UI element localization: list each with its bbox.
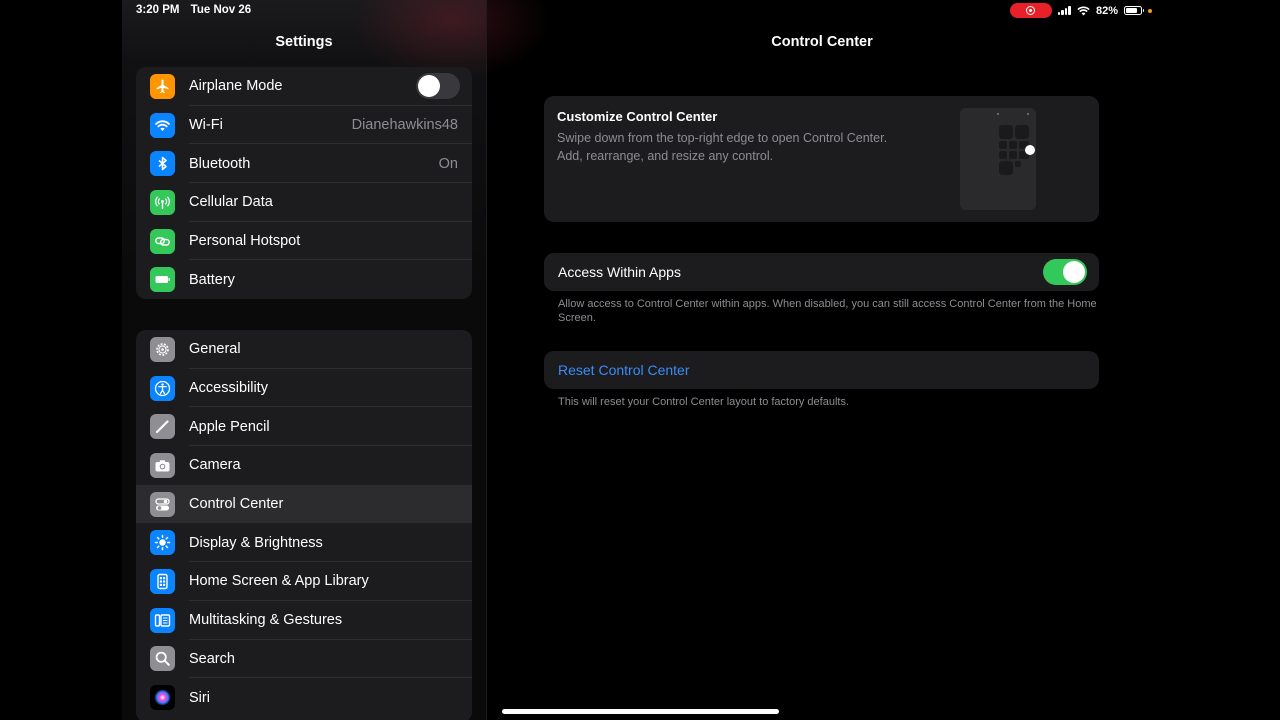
sidebar-item-accessibility[interactable]: Accessibility (136, 369, 472, 408)
sidebar-item-label: Accessibility (189, 380, 268, 397)
customize-title: Customize Control Center (557, 109, 718, 124)
sidebar-item-camera[interactable]: Camera (136, 446, 472, 485)
preview-graphic (960, 108, 1036, 210)
access-within-apps-toggle[interactable] (1043, 259, 1087, 285)
sidebar-item-apple-pencil[interactable]: Apple Pencil (136, 407, 472, 447)
sidebar-item-value: Dianehawkins48 (351, 117, 458, 134)
sidebar-item-wi-fi[interactable]: Wi-Fi Dianehawkins48 (136, 106, 472, 145)
link-icon (150, 228, 175, 254)
ipad-screen: 3:20 PM Tue Nov 26 Settings Airplane Mod… (122, 0, 1158, 720)
sun-icon (150, 530, 175, 556)
sidebar-title: Settings (275, 34, 333, 50)
screen-recording-indicator[interactable] (1009, 3, 1052, 18)
sidebar-item-label: Control Center (189, 496, 284, 513)
cellular-signal-icon (1057, 6, 1071, 15)
wifi-icon (150, 112, 175, 138)
sidebar-item-label: Personal Hotspot (189, 233, 301, 250)
sidebar-item-bluetooth[interactable]: Bluetooth On (136, 144, 472, 184)
sidebar-item-general[interactable]: General (136, 330, 472, 369)
sidebar-item-label: Airplane Mode (189, 78, 283, 95)
sidebar-item-control-center[interactable]: Control Center (136, 484, 472, 524)
gear-icon (150, 336, 175, 362)
reset-control-center-button[interactable]: Reset Control Center (558, 362, 690, 378)
sidebar-item-search[interactable]: Search (136, 640, 472, 679)
sidebar-item-home-screen-and-app-library[interactable]: Home Screen & App Library (136, 562, 472, 601)
record-icon (1026, 6, 1036, 15)
settings-sidebar: 3:20 PM Tue Nov 26 Settings Airplane Mod… (122, 0, 552, 720)
customize-card: Customize Control Center Swipe down from… (544, 96, 1099, 222)
switches-icon (150, 491, 175, 517)
sidebar-group-general: General Accessibility Apple Pencil Camera Co… (136, 330, 472, 720)
sidebar-item-cellular-data[interactable]: Cellular Data (136, 183, 472, 222)
sidebar-item-display-and-brightness[interactable]: Display & Brightness (136, 523, 472, 563)
sidebar-item-airplane-mode[interactable]: Airplane Mode (136, 67, 472, 106)
search-icon (150, 646, 175, 672)
access-within-apps-label: Access Within Apps (558, 264, 681, 280)
battery-icon (150, 267, 175, 293)
sidebar-item-value: On (438, 155, 458, 172)
bluetooth-icon (150, 151, 175, 177)
camera-icon (150, 452, 175, 478)
sidebar-item-label: Wi-Fi (189, 117, 223, 134)
accessibility-icon (150, 375, 175, 401)
status-bar-right: 82% (1009, 3, 1152, 18)
status-bar-left: 3:20 PM Tue Nov 26 (136, 4, 251, 16)
multitasking-icon (150, 607, 175, 633)
wifi-status-icon (1077, 6, 1090, 15)
sidebar-item-label: Multitasking & Gestures (189, 612, 343, 629)
home-indicator[interactable] (502, 709, 779, 714)
sidebar-item-label: Home Screen & App Library (189, 573, 369, 590)
battery-status-icon (1124, 6, 1144, 15)
antenna-icon (150, 189, 175, 215)
sidebar-item-label: Bluetooth (189, 155, 251, 172)
sidebar-item-label: Cellular Data (189, 194, 273, 211)
sidebar-item-label: Battery (189, 271, 235, 288)
siri-icon (150, 685, 175, 711)
sidebar-item-label: Camera (189, 457, 241, 474)
status-time: 3:20 PM (136, 4, 180, 16)
airplane-mode-toggle[interactable] (416, 73, 460, 100)
control-center-preview-illustration (960, 108, 1036, 210)
sidebar-divider (486, 0, 487, 720)
detail-title: Control Center (771, 34, 873, 50)
battery-level-fill (1126, 8, 1138, 13)
sidebar-item-battery[interactable]: Battery (136, 260, 472, 299)
status-date: Tue Nov 26 (190, 4, 252, 16)
reset-footer: This will reset your Control Center layo… (558, 396, 850, 408)
sidebar-item-label: Search (189, 650, 235, 667)
airplane-icon (150, 73, 175, 99)
access-within-apps-footer: Allow access to Control Center within ap… (558, 298, 1097, 324)
microphone-indicator-dot (1148, 8, 1152, 13)
reset-control-center-row[interactable]: Reset Control Center (544, 351, 1099, 389)
access-within-apps-row: Access Within Apps (544, 253, 1099, 291)
sidebar-item-personal-hotspot[interactable]: Personal Hotspot (136, 222, 472, 261)
sidebar-item-siri[interactable]: Siri (136, 678, 472, 717)
sidebar-item-multitasking-and-gestures[interactable]: Multitasking & Gestures (136, 601, 472, 640)
sidebar-item-label: Siri (189, 689, 210, 706)
sidebar-item-label: Display & Brightness (189, 534, 323, 551)
battery-percent: 82% (1095, 4, 1118, 17)
sidebar-item-label: General (189, 341, 241, 358)
sidebar-group-connectivity: Airplane Mode Wi-Fi Dianehawkins48 Bluetoot… (136, 67, 472, 300)
sidebar-item-label: Apple Pencil (189, 418, 270, 435)
customize-description: Swipe down from the top-right edge to op… (557, 131, 888, 163)
home-screen-icon (150, 568, 175, 594)
pencil-icon (150, 414, 175, 440)
